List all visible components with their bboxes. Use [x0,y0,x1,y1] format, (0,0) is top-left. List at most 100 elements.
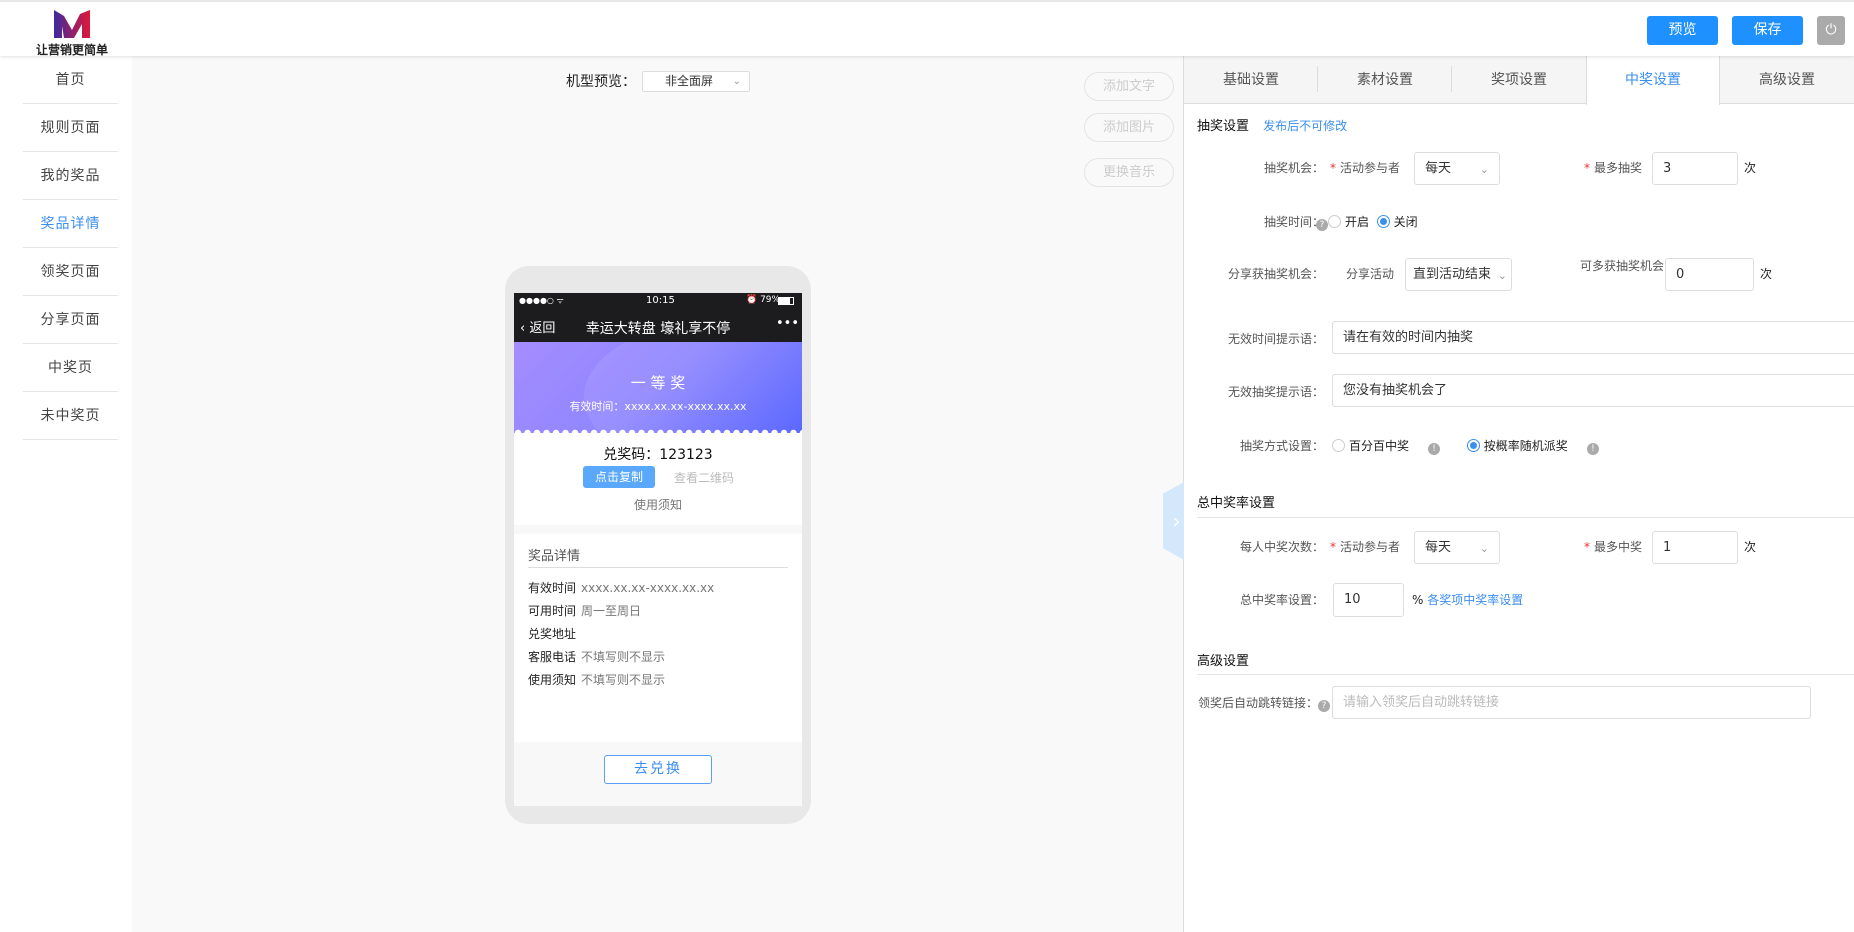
help-icon[interactable]: ? [1318,700,1330,712]
max-draw-label: 最多抽奖 [1594,161,1643,175]
draw-frequency-value: 每天 [1425,161,1452,176]
draw-time-label: 抽奖时间： [1224,213,1324,230]
power-icon[interactable]: ⏻ [1817,16,1845,45]
view-qr-link[interactable]: 查看二维码 [664,469,744,486]
copy-button[interactable]: 点击复制 [583,466,655,488]
sidebar-item[interactable]: 我的奖品 [23,152,118,200]
detail-key: 使用须知 [528,673,577,687]
detail-key: 兑奖地址 [528,627,577,641]
section-advanced: 高级设置 [1197,654,1250,669]
unit-label: 次 [1744,161,1757,175]
phone-navbar: ‹ 返回 幸运大转盘 壕礼享不停 ••• [514,310,802,342]
time-on-label: 开启 [1345,215,1370,229]
info-icon[interactable]: ! [1428,443,1441,455]
sidebar-item[interactable]: 中奖页 [23,344,118,392]
detail-row: 客服电话 不填写则不显示 [528,648,665,665]
draw-frequency-select[interactable]: 每天 ⌄ [1414,152,1500,185]
sidebar-item[interactable]: 奖品详情 [23,200,118,248]
max-draw-input[interactable]: 3 [1652,152,1738,185]
win-frequency-value: 每天 [1425,540,1452,555]
detail-key: 可用时间 [528,604,577,618]
unit-label: 次 [1760,267,1773,281]
time-off-label: 关闭 [1393,215,1418,229]
device-select[interactable]: 非全面屏 ⌄ [642,71,750,92]
win-frequency-select[interactable]: 每天 ⌄ [1414,531,1500,564]
mode-probability-label: 按概率随机派奖 [1483,439,1568,453]
share-duration-select[interactable]: 直到活动结束 ⌄ [1405,258,1512,291]
extra-chance-input[interactable]: 0 [1665,258,1754,291]
tab-1[interactable]: 素材设置 [1318,56,1452,104]
add-image-button[interactable]: 添加图片 [1084,113,1174,142]
top-header: 让营销更简单 预览 保存 ⏻ [0,0,1854,57]
help-icon[interactable]: ? [1316,219,1328,231]
radio-mode-probability[interactable] [1466,439,1480,452]
sidebar: 首页 规则页面 我的奖品 奖品详情 领奖页面 分享页面 中奖页 未中奖页 [0,56,132,932]
share-chance-label: 分享获抽奖机会： [1227,267,1324,281]
tab-4[interactable]: 高级设置 [1720,56,1854,104]
sidebar-item[interactable]: 分享页面 [23,296,118,344]
save-button[interactable]: 保存 [1732,16,1803,45]
redeem-button[interactable]: 去兑换 [604,755,712,784]
unit-label: 次 [1744,540,1757,554]
sidebar-item[interactable]: 规则页面 [23,104,118,152]
invalid-draw-input[interactable]: 您没有抽奖机会了 [1332,374,1854,407]
detail-row: 有效时间 xxxx.xx.xx-xxxx.xx.xx [528,579,714,596]
participant-label: 活动参与者 [1340,161,1401,175]
radio-mode-guaranteed[interactable] [1332,439,1345,452]
tab-3[interactable]: 中奖设置 [1586,56,1720,105]
info-icon[interactable]: ! [1586,443,1599,455]
detail-value: 不填写则不显示 [581,673,666,687]
device-select-value: 非全面屏 [665,74,714,88]
sidebar-item[interactable]: 领奖页面 [23,248,118,296]
chevron-down-icon: ⌄ [732,76,741,87]
tab-label: 高级设置 [1759,72,1815,88]
section-title: 抽奖设置 [1197,119,1250,134]
tab-label: 素材设置 [1357,72,1413,88]
max-win-input[interactable]: 1 [1652,531,1738,564]
participant-label: 活动参与者 [1340,540,1401,554]
back-button[interactable]: ‹ 返回 [520,317,555,336]
more-icon[interactable]: ••• [776,316,799,331]
wins-per-person-label: 每人中奖次数： [1239,540,1324,554]
share-duration-value: 直到活动结束 [1413,267,1492,282]
detail-value: 不填写则不显示 [581,650,666,664]
tab-label: 基础设置 [1223,72,1279,88]
add-text-button[interactable]: 添加文字 [1084,72,1174,101]
collapse-panel-chevron-icon[interactable]: › [1163,482,1184,560]
preview-button[interactable]: 预览 [1647,16,1718,45]
sidebar-item[interactable]: 首页 [23,56,118,104]
status-time: 10:15 [646,295,675,306]
prize-rate-settings-link[interactable]: 各奖项中奖率设置 [1427,593,1523,607]
device-preview-label: 机型预览： [566,74,636,90]
battery-icon [778,297,794,305]
chevron-down-icon: ⌄ [1479,163,1489,176]
change-music-button[interactable]: 更换音乐 [1084,158,1174,187]
detail-key: 客服电话 [528,650,577,664]
details-card: 奖品详情 有效时间 xxxx.xx.xx-xxxx.xx.xx 可用时间 周一至周日兑… [514,534,802,742]
draw-chance-label: 抽奖机会： [1263,161,1324,175]
total-rate-input[interactable]: 10 [1333,583,1404,617]
redeem-code: 兑奖码：123123 [603,447,713,463]
detail-value: xxxx.xx.xx-xxxx.xx.xx [581,581,715,595]
percent-sign: % [1412,593,1424,607]
sidebar-item[interactable]: 未中奖页 [23,392,118,440]
logo-icon [54,10,90,38]
radio-time-on[interactable] [1328,215,1341,228]
chevron-down-icon: ⌄ [1497,269,1507,282]
section-win-rate: 总中奖率设置 [1197,496,1276,511]
tab-0[interactable]: 基础设置 [1184,56,1318,104]
tab-label: 奖项设置 [1491,72,1547,88]
settings-tabs: 基础设置 素材设置 奖项设置 中奖设置 高级设置 [1184,56,1854,105]
section-divider [1197,674,1854,675]
logo-text: 让营销更简单 [35,43,108,57]
invalid-time-input[interactable]: 请在有效的时间内抽奖 [1332,321,1854,354]
settings-panel: 基础设置 素材设置 奖项设置 中奖设置 高级设置 抽奖设置 发布后不可修改 抽奖机会： … [1184,56,1854,932]
redirect-url-input[interactable]: 请输入领奖后自动跳转链接 [1332,686,1811,719]
usage-notice-link[interactable]: 使用须知 [514,496,802,513]
detail-row: 可用时间 周一至周日 [528,602,641,619]
radio-time-off[interactable] [1376,215,1390,228]
tab-2[interactable]: 奖项设置 [1452,56,1586,104]
detail-value: 周一至周日 [581,604,642,618]
extra-chance-label: 可多获抽奖机会 [1579,259,1664,273]
status-bar: ●●●●○ ᯤ 10:15 ⏰ 79% [514,293,802,310]
